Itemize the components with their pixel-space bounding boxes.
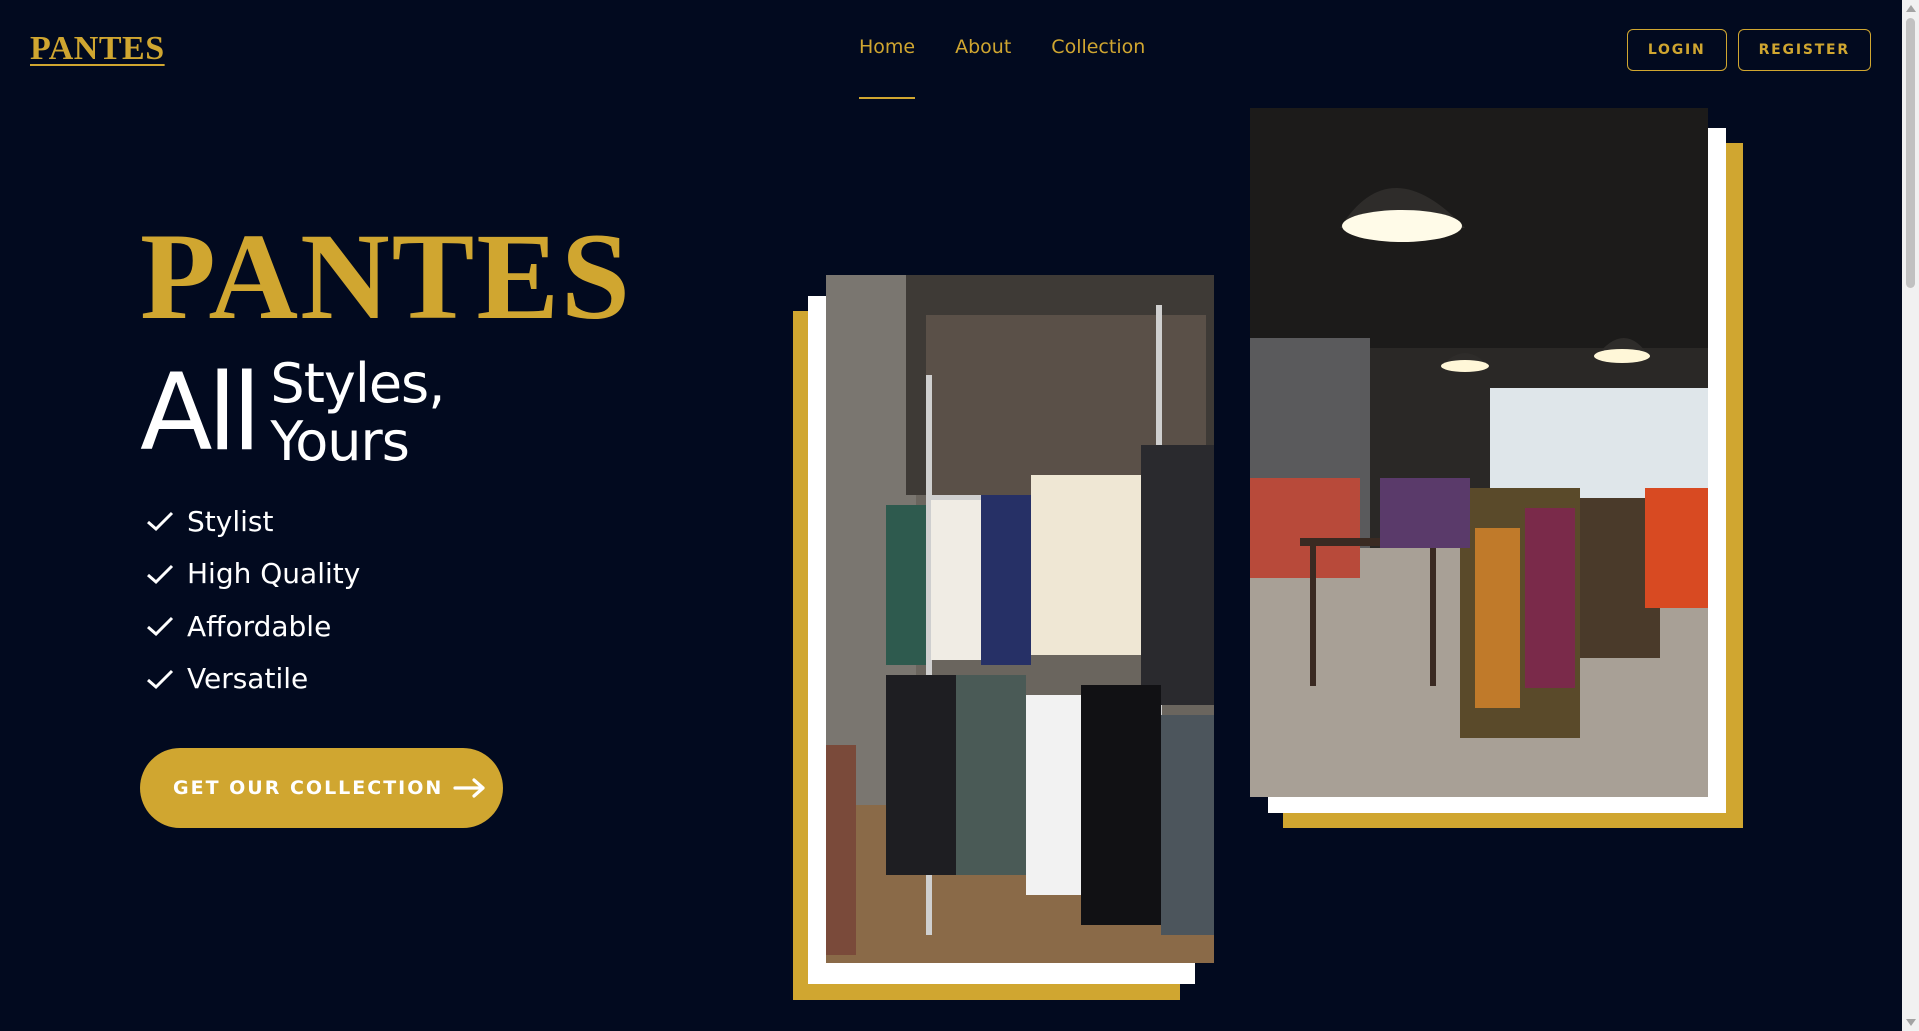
page: PANTES Home About Collection LOGIN REGIS… xyxy=(0,0,1919,1031)
get-collection-button[interactable]: GET OUR COLLECTION xyxy=(140,748,503,828)
login-button[interactable]: LOGIN xyxy=(1626,29,1727,71)
clothing-rack-photo xyxy=(826,275,1214,963)
scrollbar[interactable] xyxy=(1902,0,1919,1031)
feature-label: High Quality xyxy=(187,557,361,591)
check-icon xyxy=(147,564,174,584)
feature-item: High Quality xyxy=(145,548,360,601)
main-nav: Home About Collection xyxy=(859,36,1145,100)
scrollbar-thumb[interactable] xyxy=(1906,18,1915,288)
cta-label: GET OUR COLLECTION xyxy=(173,777,444,799)
check-icon xyxy=(147,669,174,689)
tagline-line-2: Yours xyxy=(270,410,409,473)
hero-title: PANTES xyxy=(140,208,633,345)
check-icon xyxy=(147,512,174,532)
feature-item: Versatile xyxy=(145,653,360,706)
scroll-up-icon[interactable] xyxy=(1906,5,1916,12)
feature-label: Affordable xyxy=(187,609,332,643)
feature-item: Affordable xyxy=(145,600,360,653)
store-interior-photo xyxy=(1250,108,1708,797)
register-button[interactable]: REGISTER xyxy=(1737,29,1871,71)
tagline: All Styles, Yours xyxy=(140,351,445,474)
nav-collection[interactable]: Collection xyxy=(1051,36,1145,100)
feature-label: Versatile xyxy=(187,662,309,696)
tagline-stack: Styles, Yours xyxy=(270,352,445,473)
scroll-down-icon[interactable] xyxy=(1906,1019,1916,1026)
tagline-big-word: All xyxy=(140,351,261,474)
feature-list: Stylist High Quality Affordable Versatil… xyxy=(145,495,360,705)
auth-buttons: LOGIN REGISTER xyxy=(1626,29,1871,71)
tagline-line-1: Styles, xyxy=(270,352,445,415)
feature-item: Stylist xyxy=(145,495,360,548)
feature-label: Stylist xyxy=(187,504,274,538)
nav-home[interactable]: Home xyxy=(859,36,916,100)
nav-about[interactable]: About xyxy=(955,36,1011,100)
arrow-right-icon xyxy=(453,778,485,798)
logo[interactable]: PANTES xyxy=(30,30,165,68)
check-icon xyxy=(147,617,174,637)
